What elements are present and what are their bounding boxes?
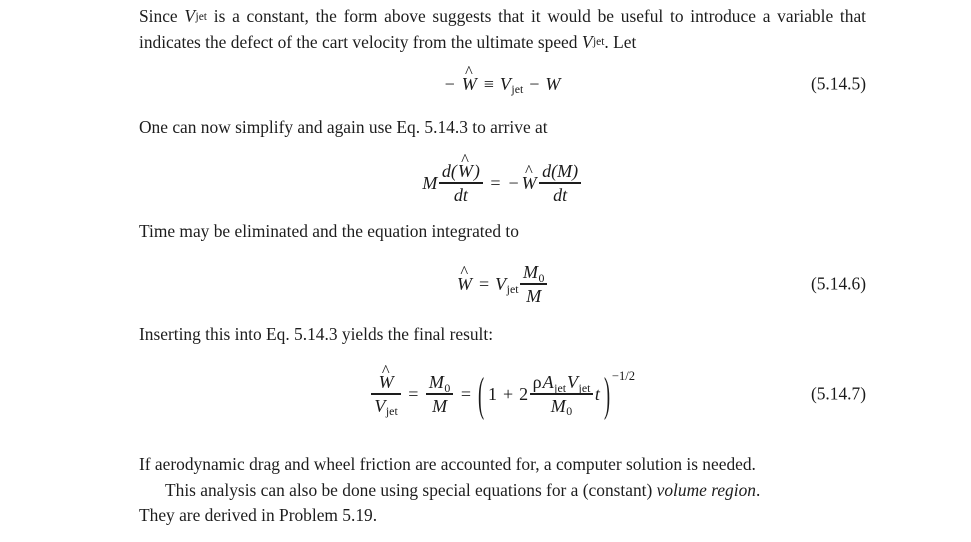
equation-number-5-14-5: (5.14.5) (810, 73, 866, 94)
equation-5-14-5-body: − ^ W ≡ Vjet − W (444, 62, 561, 97)
parenthesized-expression: ( 1 + 2 ρAjetVjet M0 t ) −1/2 (477, 367, 636, 421)
w-variable: W (545, 73, 561, 94)
m-variable: M (422, 172, 438, 193)
inline-var-vjet-1: Vjet (184, 6, 207, 26)
fraction-numerator: d(M) (542, 161, 579, 182)
equals-operator: = (479, 273, 490, 294)
fraction-numerator: M0 (428, 372, 451, 395)
v-jet-variable: Vjet (499, 73, 524, 97)
paragraph-intro: Since Vjet is a constant, the form above… (139, 4, 866, 55)
equation-5-14-7-body: ^ W Vjet = M0 M = ( 1 + 2 ρAjetVjet M0 t… (370, 361, 636, 421)
equation-number-5-14-6: (5.14.6) (810, 273, 866, 294)
closing-line-2-text: This analysis can also be done using spe… (165, 479, 657, 500)
inline-var-vjet-2: Vjet (581, 31, 605, 52)
emphasis-volume-region: volume region (656, 479, 756, 500)
v-jet-variable: Vjet (495, 273, 519, 297)
fraction-denominator: M0 (550, 395, 573, 419)
equals-operator: = (490, 172, 501, 193)
fraction-denominator: Vjet (374, 395, 398, 419)
paragraph-simplify: One can now simplify and again use Eq. 5… (139, 117, 548, 137)
w-hat-variable: ^ W (457, 150, 473, 182)
fraction-what-over-vjet: ^ W Vjet (371, 361, 401, 419)
paragraph-closing: If aerodynamic drag and wheel friction a… (139, 452, 866, 529)
paragraph-inserting: Inserting this into Eq. 5.14.3 yields th… (139, 324, 494, 344)
constant-one: 1 (488, 383, 497, 404)
open-paren: ( (477, 367, 485, 421)
w-hat-variable: ^ W (378, 361, 394, 393)
equation-derivative-body: M d(^ W) dt = − ^ W d(M) dt (422, 150, 582, 205)
text-let: . Let (604, 31, 637, 52)
t-variable: t (594, 383, 600, 404)
document-page: Since Vjet is a constant, the form above… (0, 0, 971, 542)
plus-operator: + (503, 383, 514, 404)
exponent-minus-one-half: −1/2 (611, 368, 636, 383)
closing-line-1: If aerodynamic drag and wheel friction a… (139, 454, 756, 474)
fraction-denominator: M (526, 285, 542, 306)
equation-5-14-7: ^ W Vjet = M0 M = ( 1 + 2 ρAjetVjet M0 t… (139, 358, 866, 430)
w-hat-variable: ^ W (461, 62, 477, 94)
w-hat-variable: ^ W (457, 262, 473, 294)
minus-operator: − (529, 73, 540, 94)
fraction-numerator: d(^ W) (441, 150, 480, 182)
minus-sign: − (444, 73, 455, 94)
equation-5-14-6-body: ^ W = Vjet M0 M (456, 262, 549, 306)
equation-derivative: M d(^ W) dt = − ^ W d(M) dt (139, 150, 866, 214)
text-constant-clause: is a constant, the form above suggests t… (139, 6, 866, 52)
fraction-rho-ajet-vjet-over-m0: ρAjetVjet M0 (529, 372, 594, 419)
a-jet-variable: Ajet (542, 372, 567, 395)
coefficient-two: 2 (519, 383, 529, 404)
closing-line-3: They are derived in Problem 5.19. (139, 505, 378, 525)
paragraph-time-eliminated: Time may be eliminated and the equation … (139, 221, 519, 241)
paren-inner: 1 + 2 ρAjetVjet M0 t (485, 372, 603, 419)
fraction-dwhat-dt: d(^ W) dt (438, 150, 483, 205)
equation-5-14-5: − ^ W ≡ Vjet − W (5.14.5) (139, 62, 866, 102)
fraction-denominator: dt (453, 184, 468, 205)
v-jet-variable: Vjet (567, 372, 591, 395)
fraction-m0-over-m: M0 M (425, 372, 454, 416)
equals-operator-2: = (460, 383, 471, 404)
equation-5-14-6: ^ W = Vjet M0 M (5.14.6) (139, 255, 866, 313)
closing-line-2: This analysis can also be done using spe… (139, 478, 866, 504)
identity-operator: ≡ (483, 73, 494, 94)
closing-line-2-period: . (755, 479, 761, 500)
fraction-dm-dt: d(M) dt (539, 161, 582, 205)
rho-symbol: ρ (532, 372, 542, 393)
fraction-m0-over-m: M0 M (520, 262, 548, 306)
equation-number-5-14-7: (5.14.7) (810, 383, 866, 404)
equals-operator-1: = (408, 383, 419, 404)
w-hat-variable-rhs: ^ W (521, 161, 537, 193)
minus-sign: − (508, 172, 519, 193)
fraction-denominator: dt (553, 184, 568, 205)
fraction-numerator: ρAjetVjet (530, 372, 594, 395)
fraction-numerator: ^ W (375, 361, 398, 393)
fraction-numerator: M0 (523, 262, 545, 285)
text-since: Since (139, 6, 185, 26)
fraction-denominator: M (432, 395, 448, 416)
close-paren: ) (603, 367, 610, 421)
